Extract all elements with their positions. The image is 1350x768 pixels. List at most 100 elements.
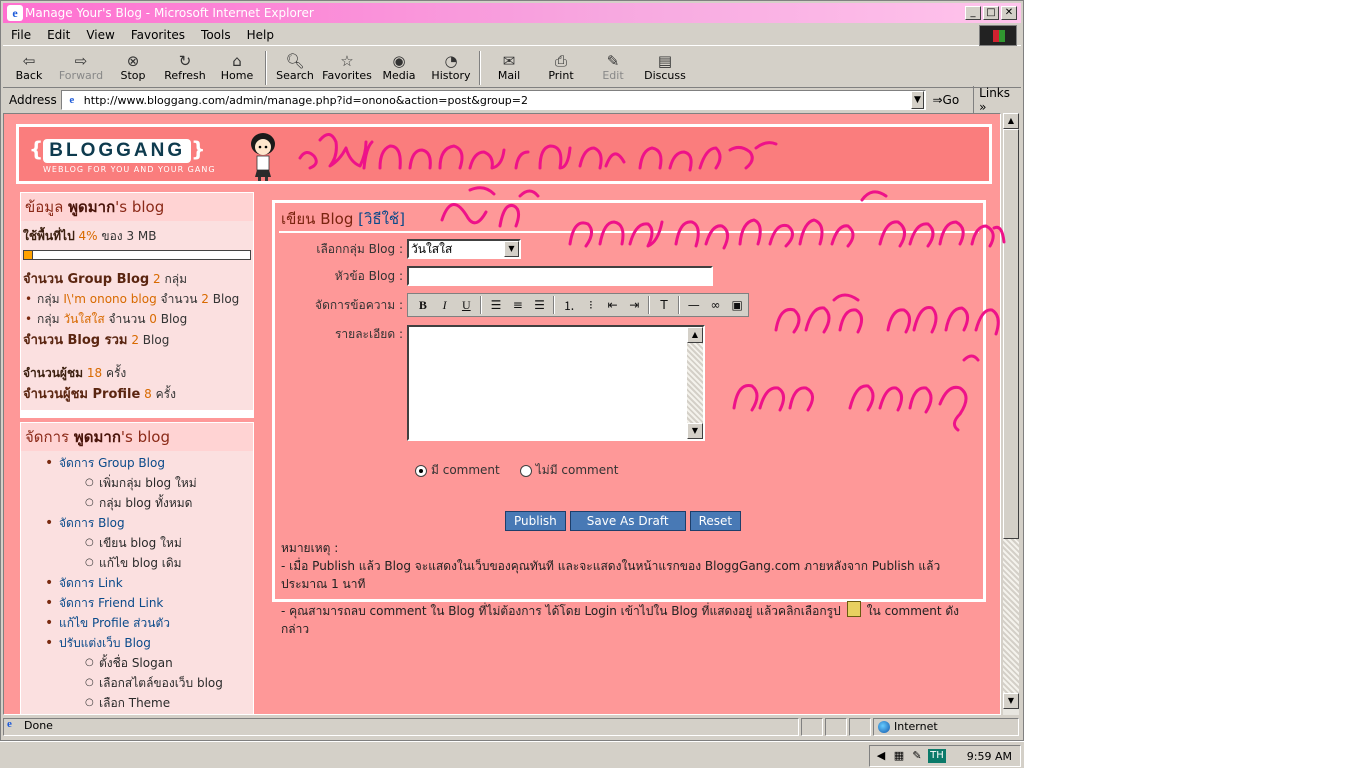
security-zone: Internet bbox=[873, 718, 1019, 736]
favorites-button[interactable]: ☆ Favorites bbox=[321, 48, 373, 83]
reset-button[interactable]: Reset bbox=[689, 511, 742, 531]
home-icon: ⌂ bbox=[232, 51, 242, 70]
underline-button[interactable]: U bbox=[455, 296, 477, 314]
address-input[interactable]: e http://www.bloggang.com/admin/manage.p… bbox=[60, 90, 926, 110]
windows-logo-icon bbox=[979, 25, 1017, 46]
forward-arrow-icon: ⇨ bbox=[74, 51, 88, 70]
nav-item[interactable]: จัดการ Link bbox=[21, 573, 253, 593]
group-link[interactable]: วันใสใส bbox=[63, 312, 104, 326]
align-left-icon[interactable]: ☰ bbox=[485, 296, 507, 314]
links-button[interactable]: Links » bbox=[973, 86, 1021, 114]
usage-fill bbox=[24, 251, 33, 259]
page-scrollbar[interactable]: ▲ ▼ bbox=[1002, 113, 1019, 715]
refresh-button[interactable]: ↻ Refresh bbox=[159, 48, 211, 83]
insert-image-icon[interactable]: ▣ bbox=[726, 296, 748, 314]
forward-button[interactable]: ⇨ Forward bbox=[55, 48, 107, 83]
page-viewport: {BLOGGANG} WEBLOG FOR YOU AND YOUR GANG … bbox=[3, 113, 1001, 715]
nav-subitem[interactable]: ตั้งชื่อ Slogan bbox=[21, 653, 253, 673]
textarea-scrollbar[interactable]: ▲ ▼ bbox=[687, 327, 703, 439]
scroll-up-icon[interactable]: ▲ bbox=[1003, 113, 1019, 129]
discuss-button[interactable]: ▤ Discuss bbox=[639, 48, 691, 83]
save-draft-button[interactable]: Save As Draft bbox=[569, 511, 686, 531]
stop-button[interactable]: ⊗ Stop bbox=[107, 48, 159, 83]
group-link[interactable]: I\'m onono blog bbox=[63, 292, 156, 306]
home-button[interactable]: ⌂ Home bbox=[211, 48, 263, 83]
publish-button[interactable]: Publish bbox=[505, 511, 566, 531]
system-tray: ◀ ▦ ✎ TH 9:59 AM bbox=[869, 745, 1021, 767]
taskbar: ◀ ▦ ✎ TH 9:59 AM bbox=[0, 741, 1024, 768]
align-right-icon[interactable]: ☰ bbox=[529, 296, 551, 314]
blog-title-input[interactable] bbox=[407, 266, 713, 286]
indent-icon[interactable]: ⇥ bbox=[623, 296, 645, 314]
nav-item[interactable]: ปรับแต่งเว็บ Blog bbox=[21, 633, 253, 653]
write-blog-panel: เขียน Blog [วิธีใช้] เลือกกลุ่ม Blog : ว… bbox=[272, 200, 986, 636]
nav-item[interactable]: แก้ไข Profile ส่วนตัว bbox=[21, 613, 253, 633]
menu-edit[interactable]: Edit bbox=[39, 28, 78, 42]
horizontal-rule-icon[interactable]: — bbox=[683, 296, 705, 314]
edit-icon: ✎ bbox=[606, 51, 620, 70]
nav-item[interactable]: จัดการ Group Blog bbox=[21, 453, 253, 473]
globe-icon bbox=[878, 721, 890, 733]
history-button[interactable]: ◔ History bbox=[425, 48, 477, 83]
network-icon[interactable]: ▦ bbox=[892, 749, 906, 763]
group-select[interactable]: วันใสใส ▼ bbox=[407, 239, 521, 259]
nav-subitem[interactable]: เพิ่มกลุ่ม blog ใหม่ bbox=[21, 473, 253, 493]
nav-subitem[interactable]: กลุ่ม blog ทั้งหมด bbox=[21, 493, 253, 513]
search-button[interactable]: 🔍︎ Search bbox=[269, 48, 321, 83]
menu-help[interactable]: Help bbox=[239, 28, 282, 42]
howto-link[interactable]: [วิธีใช้] bbox=[358, 210, 405, 228]
status-bar: e Done Internet bbox=[3, 717, 1021, 737]
write-blog-heading: เขียน Blog [วิธีใช้] bbox=[275, 203, 983, 229]
nav-item[interactable]: จัดการ Blog bbox=[21, 513, 253, 533]
pencil-icon[interactable]: ✎ bbox=[910, 749, 924, 763]
mail-button[interactable]: ✉ Mail bbox=[483, 48, 535, 83]
align-center-icon[interactable]: ≡ bbox=[507, 296, 529, 314]
comment-off-radio[interactable]: ไม่มี comment bbox=[519, 461, 618, 480]
history-icon: ◔ bbox=[444, 51, 458, 70]
minimize-button[interactable]: _ bbox=[965, 6, 981, 20]
language-indicator[interactable]: TH bbox=[928, 749, 946, 763]
window-title: Manage Your's Blog - Microsoft Internet … bbox=[25, 6, 314, 20]
title-bar: e Manage Your's Blog - Microsoft Interne… bbox=[3, 3, 1021, 23]
bullet-list-icon[interactable]: ⁝ bbox=[580, 296, 602, 314]
media-button[interactable]: ◉ Media bbox=[373, 48, 425, 83]
back-button[interactable]: ⇦ Back bbox=[3, 48, 55, 83]
nav-subitem[interactable]: เลือก Theme bbox=[21, 693, 253, 713]
outdent-icon[interactable]: ⇤ bbox=[602, 296, 624, 314]
menu-favorites[interactable]: Favorites bbox=[123, 28, 193, 42]
info-box-title: ข้อมูล พูดมาก's blog bbox=[21, 193, 253, 221]
text-color-icon[interactable]: T bbox=[653, 296, 675, 314]
nav-subitem[interactable]: เลือกสไตล์ของเว็บ blog bbox=[21, 673, 253, 693]
nav-subitem[interactable]: แก้ไข blog เดิม bbox=[21, 553, 253, 573]
go-button[interactable]: ⇒Go bbox=[932, 93, 959, 107]
mail-icon: ✉ bbox=[502, 51, 516, 70]
italic-button[interactable]: I bbox=[434, 296, 456, 314]
bloggang-logo[interactable]: {BLOGGANG} WEBLOG FOR YOU AND YOUR GANG bbox=[29, 137, 229, 179]
nav-subitem[interactable]: เขียน blog ใหม่ bbox=[21, 533, 253, 553]
link-icon[interactable]: ∞ bbox=[705, 296, 727, 314]
group-list-item: กลุ่ม วันใสใส จำนวน 0 Blog bbox=[23, 309, 251, 329]
address-url: http://www.bloggang.com/admin/manage.php… bbox=[83, 93, 528, 107]
scroll-thumb[interactable] bbox=[1003, 129, 1019, 539]
menu-view[interactable]: View bbox=[78, 28, 122, 42]
print-icon: ⎙ bbox=[554, 51, 567, 70]
speaker-icon[interactable]: ◀ bbox=[874, 749, 888, 763]
clock[interactable]: 9:59 AM bbox=[967, 750, 1020, 763]
address-dropdown-button[interactable]: ▼ bbox=[910, 91, 925, 109]
edit-button[interactable]: ✎ Edit bbox=[587, 48, 639, 83]
blog-detail-textarea[interactable]: ▲ ▼ bbox=[407, 325, 705, 441]
group-list: กลุ่ม I\'m onono blog จำนวน 2 Blog กลุ่ม… bbox=[23, 289, 251, 329]
bold-button[interactable]: B bbox=[412, 296, 434, 314]
maximize-button[interactable]: □ bbox=[983, 6, 999, 20]
comment-on-radio[interactable]: มี comment bbox=[415, 461, 500, 480]
close-button[interactable]: ✕ bbox=[1001, 6, 1017, 20]
scroll-down-icon[interactable]: ▼ bbox=[1003, 693, 1019, 709]
ordered-list-icon[interactable]: ⒈ bbox=[558, 296, 580, 314]
refresh-icon: ↻ bbox=[178, 51, 192, 70]
print-button[interactable]: ⎙ Print bbox=[535, 48, 587, 83]
editor-toolbar: B I U ☰ ≡ ☰ ⒈ ⁝ ⇤ ⇥ T — ∞ ▣ bbox=[407, 293, 749, 317]
menu-tools[interactable]: Tools bbox=[193, 28, 239, 42]
bloggang-banner: {BLOGGANG} WEBLOG FOR YOU AND YOUR GANG bbox=[16, 124, 992, 184]
menu-file[interactable]: File bbox=[3, 28, 39, 42]
nav-item[interactable]: จัดการ Friend Link bbox=[21, 593, 253, 613]
